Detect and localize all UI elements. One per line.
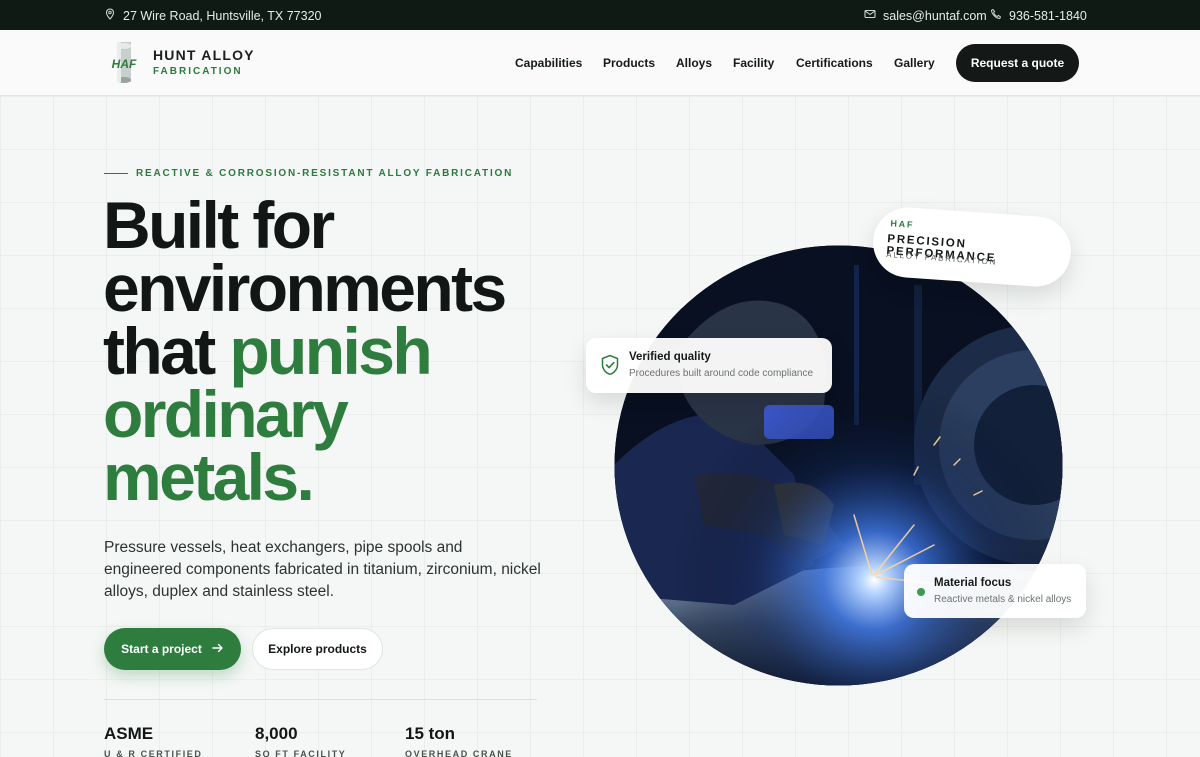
stat-facility: 8,000 SQ FT FACILITY (255, 724, 346, 757)
nav-capabilities[interactable]: Capabilities (515, 56, 582, 70)
request-quote-button[interactable]: Request a quote (956, 44, 1079, 82)
hero-eyebrow: REACTIVE & CORROSION-RESISTANT ALLOY FAB… (104, 168, 513, 179)
stat-label: SQ FT FACILITY (255, 749, 347, 757)
mail-icon (864, 8, 876, 23)
welder-hero-image (614, 245, 1063, 686)
verified-quality-card: Verified quality Procedures built around… (586, 338, 832, 393)
address-text: 27 Wire Road, Huntsville, TX 77320 (123, 8, 322, 23)
material-focus-subtitle: Reactive metals & nickel alloys (934, 594, 1072, 605)
material-focus-title: Material focus (934, 577, 1012, 589)
hero-description: Pressure vessels, heat exchangers, pipe … (104, 539, 541, 600)
nav-alloys[interactable]: Alloys (676, 56, 712, 70)
status-dot-icon (917, 588, 925, 596)
arrow-right-icon (212, 642, 224, 656)
haf-logo-icon: HAF (103, 40, 145, 84)
start-project-button[interactable]: Start a project (104, 628, 241, 670)
badge-logo-text: HAF (890, 218, 915, 230)
phone-text[interactable]: 936-581-1840 (1009, 9, 1087, 23)
stat-value: 15 ton (405, 724, 456, 743)
site-header: HAF HUNT ALLOY FABRICATION Capabilities … (0, 30, 1200, 96)
email-link[interactable]: sales@huntaf.com (864, 8, 987, 23)
verified-quality-title: Verified quality (629, 351, 711, 363)
svg-text:HAF: HAF (112, 57, 137, 71)
stat-crane: 15 ton OVERHEAD CRANE (405, 724, 513, 757)
nav-certifications[interactable]: Certifications (796, 56, 873, 70)
stats-divider (104, 699, 537, 700)
explore-products-button[interactable]: Explore products (252, 628, 383, 670)
location-pin-icon (104, 8, 116, 23)
address-item: 27 Wire Road, Huntsville, TX 77320 (104, 8, 321, 23)
stat-label: U & R CERTIFIED (104, 749, 203, 757)
stat-value: 8,000 (255, 724, 298, 743)
eyebrow-rule (104, 173, 128, 174)
stat-asme: ASME U & R CERTIFIED (104, 724, 203, 757)
material-focus-card: Material focus Reactive metals & nickel … (904, 564, 1086, 618)
stat-value: ASME (104, 724, 154, 743)
contact-topbar: 27 Wire Road, Huntsville, TX 77320 sales… (0, 0, 1200, 30)
verified-quality-subtitle: Procedures built around code compliance (629, 368, 813, 379)
start-project-label: Start a project (121, 642, 202, 656)
precision-performance-badge: HAF PRECISION PERFORMANCE ALLOY FABRICAT… (870, 205, 1074, 289)
brand-name: HUNT ALLOY (153, 47, 255, 63)
phone-icon (990, 8, 1002, 23)
hero-headline: Built for environments that punish ordin… (103, 192, 583, 510)
brand-subname: FABRICATION (153, 66, 243, 77)
phone-link[interactable]: 936-581-1840 (990, 8, 1087, 23)
brand-logo[interactable]: HAF HUNT ALLOY FABRICATION (103, 40, 255, 84)
headline-green-3: metals. (103, 440, 315, 514)
email-text[interactable]: sales@huntaf.com (883, 9, 987, 23)
eyebrow-text: REACTIVE & CORROSION-RESISTANT ALLOY FAB… (136, 168, 514, 179)
nav-products[interactable]: Products (603, 56, 655, 70)
nav-gallery[interactable]: Gallery (894, 56, 935, 70)
shield-check-icon (600, 354, 620, 376)
nav-facility[interactable]: Facility (733, 56, 774, 70)
stat-label: OVERHEAD CRANE (405, 749, 513, 757)
